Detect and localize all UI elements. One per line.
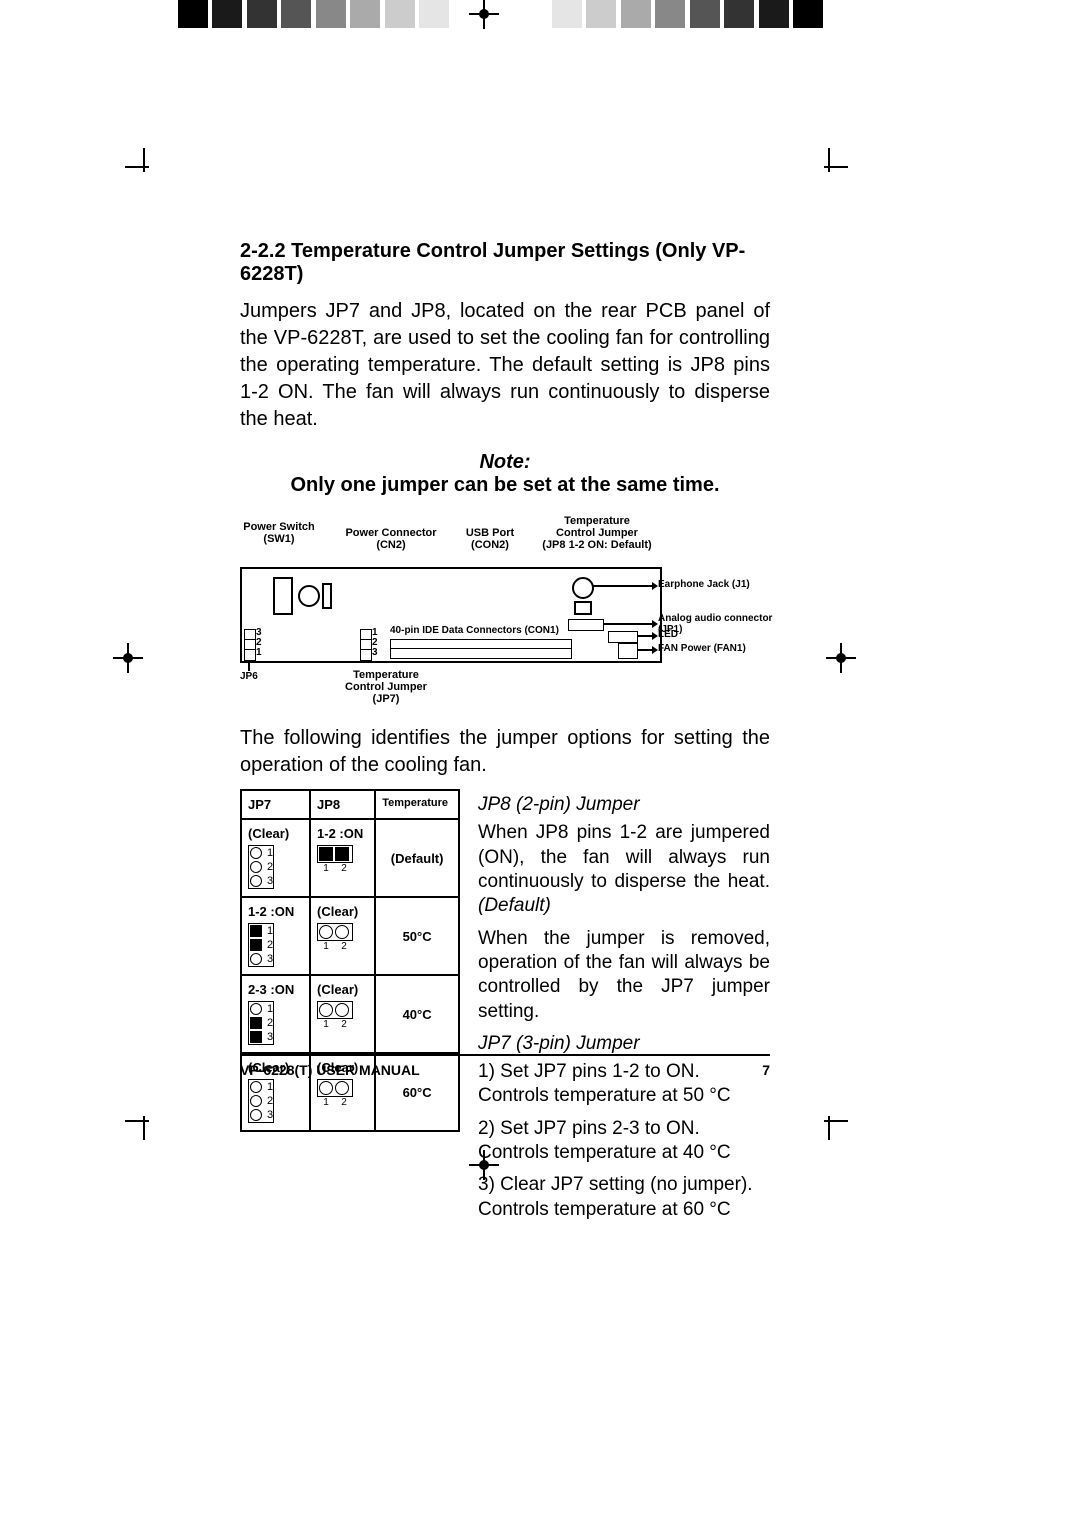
col-header-jp7: JP7 <box>241 790 310 819</box>
cell-jp8: 1-2 :ON12 <box>310 819 375 897</box>
jumper2-icon: 12 <box>317 923 353 952</box>
registration-target-icon <box>469 0 499 29</box>
table-row: 2-3 :ON123(Clear)1240°C <box>241 975 459 1053</box>
registration-target-icon <box>826 643 856 673</box>
jumper3-icon: 123 <box>248 923 274 967</box>
jp7-item3: 3) Clear JP7 setting (no jumper). Contro… <box>478 1173 770 1222</box>
jumper3-icon: 123 <box>248 845 274 889</box>
jumper2-icon: 12 <box>317 1001 353 1030</box>
after-diagram-paragraph: The following identifies the jumper opti… <box>240 725 770 779</box>
page-footer: VP-6228(T) USER MANUAL 7 <box>240 1054 770 1078</box>
jp8-para1: When JP8 pins 1-2 are jumpered (ON), the… <box>478 821 770 918</box>
crop-mark-icon <box>828 1120 868 1160</box>
jp7-item2: 2) Set JP7 pins 2-3 to ON. Controls temp… <box>478 1117 770 1166</box>
label-usb-port: USB Port(CON2) <box>458 527 522 551</box>
pcb-rear-panel-diagram: Power Switch(SW1) Power Connector(CN2) U… <box>240 511 770 711</box>
jumper-explanations: JP8 (2-pin) Jumper When JP8 pins 1-2 are… <box>478 789 770 1230</box>
label-temp-jumper-jp8: TemperatureControl Jumper(JP8 1-2 ON: De… <box>526 515 668 551</box>
footer-page-number: 7 <box>762 1062 770 1078</box>
jumper-lower-block: JP7 JP8 Temperature (Clear)1231-2 :ON12(… <box>240 789 770 1230</box>
label-earphone-jack: Earphone Jack (J1) <box>658 579 778 590</box>
table-row: 1-2 :ON123(Clear)1250°C <box>241 897 459 975</box>
note-label: Note: <box>240 451 770 474</box>
content-column: 2-2.2 Temperature Control Jumper Setting… <box>240 240 770 1230</box>
jp7-heading: JP7 (3-pin) Jumper <box>478 1032 770 1056</box>
jumper2-icon: 12 <box>317 845 353 874</box>
cell-temperature: 50°C <box>375 897 459 975</box>
registration-target-icon <box>113 643 143 673</box>
cell-jp8: (Clear)12 <box>310 975 375 1053</box>
cell-temperature: (Default) <box>375 819 459 897</box>
crop-mark-icon <box>105 128 145 168</box>
label-power-switch: Power Switch(SW1) <box>236 521 322 545</box>
jumper-table: JP7 JP8 Temperature (Clear)1231-2 :ON12(… <box>240 789 460 1132</box>
jumper3-icon: 123 <box>248 1001 274 1045</box>
pin-num: 1 <box>256 647 262 658</box>
label-fan-power: FAN Power (FAN1) <box>658 643 788 654</box>
label-jp7: TemperatureControl Jumper(JP7) <box>326 669 446 705</box>
label-jp6: JP6 <box>240 671 258 682</box>
section-heading: 2-2.2 Temperature Control Jumper Setting… <box>240 240 770 286</box>
cell-jp7: 2-3 :ON123 <box>241 975 310 1053</box>
cell-temperature: 40°C <box>375 975 459 1053</box>
label-power-connector: Power Connector(CN2) <box>336 527 446 551</box>
printer-color-bar-top <box>0 0 1080 28</box>
jp8-para2: When the jumper is removed, operation of… <box>478 927 770 1024</box>
pin-num: 3 <box>372 647 378 658</box>
jumper2-icon: 12 <box>317 1079 353 1108</box>
crop-mark-icon <box>828 128 868 168</box>
note-text: Only one jumper can be set at the same t… <box>240 474 770 497</box>
note-block: Note: Only one jumper can be set at the … <box>240 451 770 497</box>
col-header-temp: Temperature <box>375 790 459 819</box>
label-led: LED <box>658 629 698 640</box>
col-header-jp8: JP8 <box>310 790 375 819</box>
crop-mark-icon <box>105 1120 145 1160</box>
jp8-heading: JP8 (2-pin) Jumper <box>478 793 770 817</box>
jumper3-icon: 123 <box>248 1079 274 1123</box>
intro-paragraph: Jumpers JP7 and JP8, located on the rear… <box>240 298 770 433</box>
manual-page: 2-2.2 Temperature Control Jumper Setting… <box>0 0 1080 1528</box>
table-row: (Clear)1231-2 :ON12(Default) <box>241 819 459 897</box>
cell-jp7: 1-2 :ON123 <box>241 897 310 975</box>
cell-jp8: (Clear)12 <box>310 897 375 975</box>
footer-title: VP-6228(T) USER MANUAL <box>240 1062 420 1078</box>
label-ide-connector: 40-pin IDE Data Connectors (CON1) <box>390 625 580 636</box>
cell-jp7: (Clear)123 <box>241 819 310 897</box>
